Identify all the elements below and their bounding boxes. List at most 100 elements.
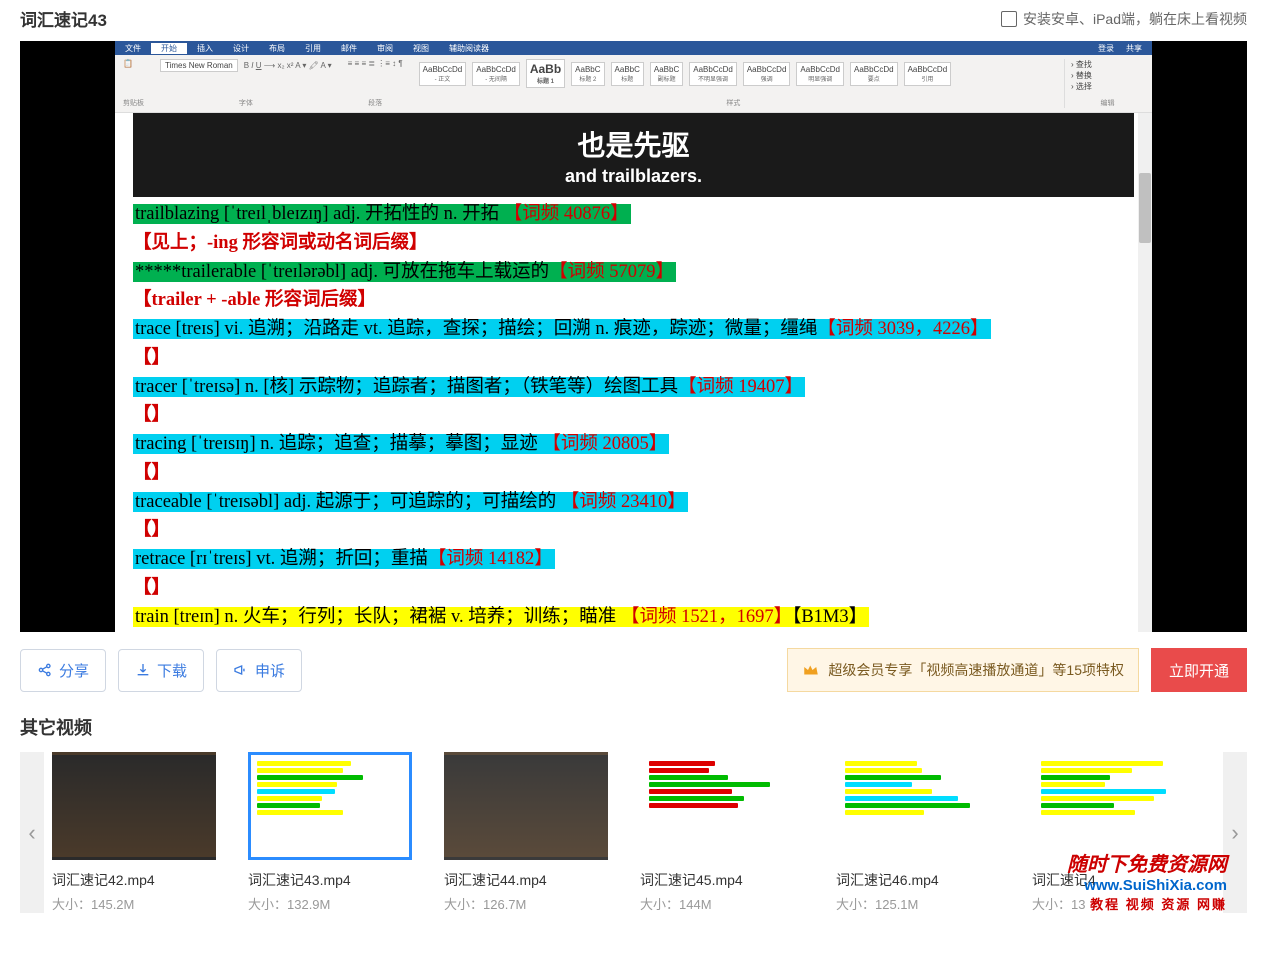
video-size: 大小：126.7M (444, 894, 626, 913)
share-button[interactable]: 分享 (20, 649, 106, 692)
clipboard-label: 剪贴板 (123, 98, 144, 108)
font-name-select: Times New Roman (160, 59, 238, 72)
ribbon-tab: 开始 (151, 43, 187, 54)
video-player[interactable]: 文件开始插入设计布局引用邮件审阅视图辅助阅读器登录共享 📋 剪贴板 Times … (20, 41, 1247, 632)
style-box: AaBbCcDd引用 (904, 62, 952, 86)
paste-icon: 📋 (123, 59, 133, 68)
report-label: 申诉 (255, 660, 285, 681)
vocab-line: retrace [rɪˈtreɪs] vt. 追溯；折回；重描【词频 14182… (133, 546, 1134, 574)
vip-open-button[interactable]: 立即开通 (1151, 648, 1247, 692)
vip-text: 超级会员专享「视频高速播放通道」等15项特权 (828, 660, 1124, 680)
share-icon (37, 662, 53, 678)
video-size: 大小：125.1M (836, 894, 1018, 913)
scrollbar-thumb[interactable] (1139, 173, 1151, 243)
video-thumbnail[interactable] (836, 752, 1000, 860)
scrollbar[interactable] (1138, 113, 1152, 632)
video-item[interactable]: 词汇速记45.mp4大小：144M (640, 752, 822, 913)
install-text: 安装安卓、iPad端，躺在床上看视频 (1023, 9, 1247, 29)
edit-group-label: 编辑 (1071, 98, 1144, 108)
vip-promo: 超级会员专享「视频高速播放通道」等15项特权 (787, 648, 1139, 692)
style-box: AaBbC副标题 (650, 62, 683, 86)
ribbon-tab: 插入 (187, 43, 223, 54)
vocab-line: trace [treɪs] vi. 追溯；沿路走 vt. 追踪，查探；描绘；回溯… (133, 316, 1134, 344)
style-box: AaBbC标题 (611, 62, 644, 86)
watermark: 随时下免费资源网 www.SuiShiXia.com 教程 视频 资源 网赚 (1067, 848, 1227, 913)
vocab-line: *****trailerable [ˈtreɪlərəbl] adj. 可放在拖… (133, 259, 1134, 287)
watermark-line2: www.SuiShiXia.com (1067, 877, 1227, 894)
word-ribbon-body: 📋 剪贴板 Times New Roman B I U ⟶ x₂ x² A ▾ … (115, 55, 1152, 113)
document-area: 也是先驱 and trailblazers. trailblazing [ˈtr… (115, 113, 1152, 632)
video-name: 词汇速记43.mp4 (248, 870, 430, 890)
vocab-list: trailblazing [ˈtreɪlˌbleɪzɪŋ] adj. 开拓性的 … (133, 201, 1134, 632)
video-item[interactable]: 词汇速记44.mp4 大小：126.7M (444, 752, 626, 913)
video-thumbnail[interactable] (248, 752, 412, 860)
styles-gallery: AaBbCcDd- 正文AaBbCcDd- 无间隔AaBb标题 1AaBbC标题… (419, 59, 1048, 88)
other-videos-title: 其它视频 (20, 714, 1247, 740)
ribbon-tab: 文件 (115, 43, 151, 54)
video-thumbnail[interactable] (640, 752, 804, 860)
video-item[interactable]: 词汇速记46.mp4 大小：125.1M (836, 752, 1018, 913)
megaphone-icon (233, 662, 249, 678)
ribbon-tab: 布局 (259, 43, 295, 54)
video-name: 词汇速记46.mp4 (836, 870, 1018, 890)
video-name: 词汇速记45.mp4 (640, 870, 822, 890)
vocab-line: 【】 (133, 402, 1134, 430)
report-button[interactable]: 申诉 (216, 649, 302, 692)
para-group-label: 段落 (348, 98, 403, 108)
style-box: AaBbCcDd强调 (743, 62, 791, 86)
watermark-line3: 教程 视频 资源 网赚 (1067, 894, 1227, 913)
ribbon-tab: 引用 (295, 43, 331, 54)
font-group-label: 字体 (160, 98, 332, 108)
style-box: AaBbCcDd- 无间隔 (472, 62, 520, 86)
style-box: AaBbCcDd- 正文 (419, 62, 467, 86)
video-item[interactable]: 词汇速记43.mp4 大小：132.9M (248, 752, 430, 913)
download-label: 下载 (157, 660, 187, 681)
vocab-line: train [treɪn] n. 火车；行列；长队；裙裾 v. 培养；训练；瞄准… (133, 604, 1134, 632)
vocab-line: tracing [ˈtreɪsɪŋ] n. 追踪；追查；描摹；摹图；显迹 【词频… (133, 431, 1134, 459)
movie-subtitle-frame: 也是先驱 and trailblazers. (133, 113, 1134, 197)
ribbon-tab: 邮件 (331, 43, 367, 54)
video-thumbnail[interactable] (444, 752, 608, 860)
video-name: 词汇速记44.mp4 (444, 870, 626, 890)
ribbon-tab: 审阅 (367, 43, 403, 54)
download-button[interactable]: 下载 (118, 649, 204, 692)
style-box: AaBbCcDd不明显强调 (689, 62, 737, 86)
device-icon (1001, 11, 1017, 27)
style-box: AaBb标题 1 (526, 59, 565, 88)
watermark-line1: 随时下免费资源网 (1067, 848, 1227, 877)
style-box: AaBbCcDd明显强调 (796, 62, 844, 86)
edit-item: › 查找 (1071, 59, 1144, 70)
vip-btn-label: 立即开通 (1169, 660, 1229, 681)
vocab-line: trailblazing [ˈtreɪlˌbleɪzɪŋ] adj. 开拓性的 … (133, 201, 1134, 229)
video-thumbnail[interactable] (52, 752, 216, 860)
vocab-line: 【见上；-ing 形容词或动名词后缀】 (133, 230, 1134, 258)
subtitle-en: and trailblazers. (565, 166, 702, 187)
download-icon (135, 662, 151, 678)
edit-item: › 选择 (1071, 81, 1144, 92)
style-box: AaBbCcDd要点 (850, 62, 898, 86)
word-ribbon-tabs: 文件开始插入设计布局引用邮件审阅视图辅助阅读器登录共享 (115, 41, 1152, 55)
vocab-line: tracer [ˈtreɪsə] n. [核] 示踪物；追踪者；描图者；（铁笔等… (133, 374, 1134, 402)
ribbon-tab: 辅助阅读器 (439, 43, 499, 54)
login-label: 登录 (1098, 43, 1114, 54)
video-thumbnail[interactable] (1032, 752, 1196, 860)
install-link[interactable]: 安装安卓、iPad端，躺在床上看视频 (1001, 9, 1247, 29)
font-controls: B I U ⟶ x₂ x² A ▾ 🖍 A ▾ (244, 61, 332, 70)
edit-item: › 替换 (1071, 70, 1144, 81)
share-label: 分享 (59, 660, 89, 681)
ribbon-tab: 设计 (223, 43, 259, 54)
style-box: AaBbC标题 2 (571, 62, 604, 86)
share-label: 共享 (1126, 43, 1142, 54)
crown-icon (802, 661, 820, 679)
video-size: 大小：145.2M (52, 894, 234, 913)
vocab-line: 【】 (133, 460, 1134, 488)
video-item[interactable]: 词汇速记42.mp4大小：145.2M (52, 752, 234, 913)
video-size: 大小：132.9M (248, 894, 430, 913)
carousel-prev[interactable]: ‹ (20, 752, 44, 913)
subtitle-cn: 也是先驱 (577, 124, 689, 164)
editing-group: › 查找› 替换› 选择 (1071, 59, 1144, 92)
paragraph-controls: ≡ ≡ ≡ ≣ ⋮≡ ↕ ¶ (348, 59, 403, 68)
vocab-line: 【trailer + -able 形容词后缀】 (133, 287, 1134, 315)
page-title: 词汇速记43 (20, 6, 107, 31)
vocab-line: 【】 (133, 575, 1134, 603)
